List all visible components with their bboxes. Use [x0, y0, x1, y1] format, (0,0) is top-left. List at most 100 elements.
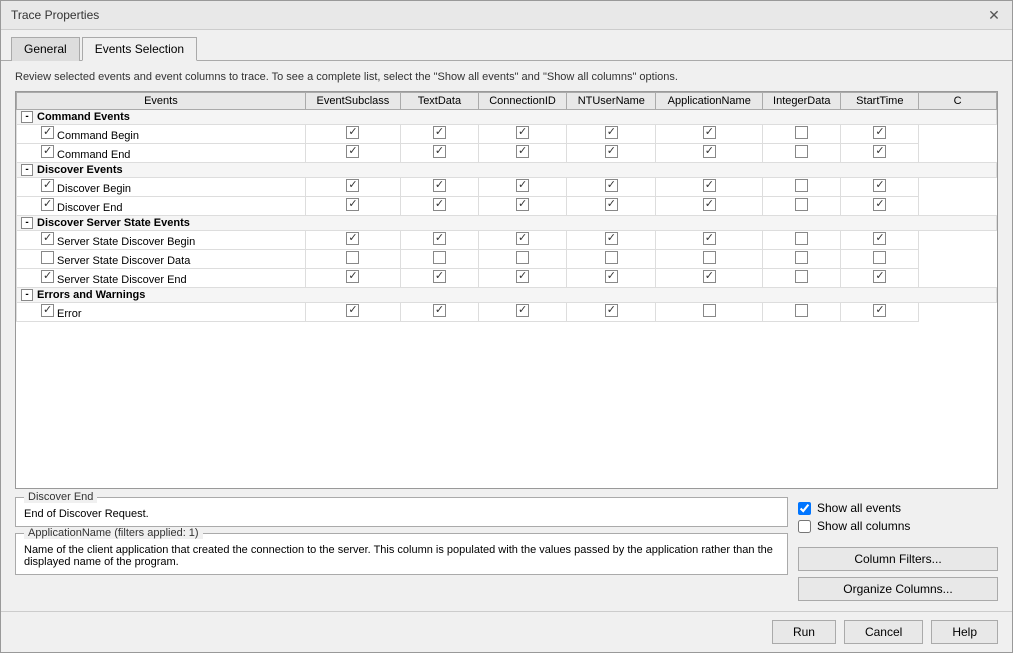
col-checkbox[interactable]	[433, 198, 446, 211]
col-checkbox[interactable]	[873, 198, 886, 211]
col-checkbox[interactable]	[516, 270, 529, 283]
col-checkbox[interactable]	[346, 270, 359, 283]
col-checkbox[interactable]	[703, 179, 716, 192]
column-checkbox-cell	[478, 178, 566, 197]
row-checkbox[interactable]	[41, 145, 54, 158]
col-checkbox[interactable]	[873, 145, 886, 158]
row-checkbox[interactable]	[41, 126, 54, 139]
column-checkbox-cell	[478, 250, 566, 269]
col-checkbox[interactable]	[795, 232, 808, 245]
col-checkbox[interactable]	[346, 145, 359, 158]
col-checkbox[interactable]	[516, 304, 529, 317]
col-checkbox[interactable]	[873, 270, 886, 283]
col-checkbox[interactable]	[795, 251, 808, 264]
col-checkbox[interactable]	[873, 126, 886, 139]
col-checkbox[interactable]	[873, 251, 886, 264]
col-checkbox[interactable]	[346, 304, 359, 317]
col-checkbox[interactable]	[703, 270, 716, 283]
row-checkbox[interactable]	[41, 232, 54, 245]
column-checkbox-cell	[567, 303, 656, 322]
column-checkbox-cell	[401, 269, 479, 288]
col-checkbox[interactable]	[703, 126, 716, 139]
col-checkbox[interactable]	[795, 126, 808, 139]
col-checkbox[interactable]	[433, 126, 446, 139]
row-checkbox[interactable]	[41, 270, 54, 283]
col-checkbox[interactable]	[346, 232, 359, 245]
col-checkbox[interactable]	[605, 145, 618, 158]
col-checkbox[interactable]	[433, 304, 446, 317]
help-button[interactable]: Help	[931, 620, 998, 644]
show-all-columns-label[interactable]: Show all columns	[817, 519, 910, 533]
close-button[interactable]: ✕	[986, 7, 1002, 23]
col-applicationname: ApplicationName	[656, 93, 763, 110]
col-checkbox[interactable]	[516, 145, 529, 158]
col-checkbox[interactable]	[605, 251, 618, 264]
col-checkbox[interactable]	[516, 179, 529, 192]
show-all-events-checkbox[interactable]	[798, 502, 811, 515]
column-checkbox-cell	[841, 125, 919, 144]
column-checkbox-cell	[763, 231, 841, 250]
table-row: Command End	[17, 144, 997, 163]
row-checkbox[interactable]	[41, 198, 54, 211]
column-checkbox-cell	[478, 303, 566, 322]
col-checkbox[interactable]	[346, 251, 359, 264]
col-checkbox[interactable]	[605, 179, 618, 192]
organize-columns-button[interactable]: Organize Columns...	[798, 577, 998, 601]
col-checkbox[interactable]	[433, 145, 446, 158]
row-checkbox[interactable]	[41, 179, 54, 192]
tab-general[interactable]: General	[11, 37, 80, 61]
column-checkbox-cell	[567, 125, 656, 144]
col-checkbox[interactable]	[605, 198, 618, 211]
show-all-events-label[interactable]: Show all events	[817, 501, 901, 515]
col-checkbox[interactable]	[433, 232, 446, 245]
col-checkbox[interactable]	[433, 179, 446, 192]
row-checkbox[interactable]	[41, 251, 54, 264]
col-checkbox[interactable]	[795, 179, 808, 192]
col-checkbox[interactable]	[516, 232, 529, 245]
column-checkbox-cell	[763, 197, 841, 216]
col-checkbox[interactable]	[703, 198, 716, 211]
col-checkbox[interactable]	[346, 179, 359, 192]
col-checkbox[interactable]	[433, 270, 446, 283]
tab-events-selection[interactable]: Events Selection	[82, 37, 197, 61]
col-checkbox[interactable]	[605, 270, 618, 283]
group-toggle[interactable]: -	[21, 111, 33, 123]
col-checkbox[interactable]	[873, 179, 886, 192]
column-checkbox-cell	[401, 197, 479, 216]
col-checkbox[interactable]	[516, 198, 529, 211]
col-checkbox[interactable]	[873, 304, 886, 317]
show-options: Show all events Show all columns	[798, 497, 998, 541]
group-toggle[interactable]: -	[21, 217, 33, 229]
show-all-columns-checkbox[interactable]	[798, 520, 811, 533]
col-checkbox[interactable]	[605, 126, 618, 139]
column-checkbox-cell	[401, 144, 479, 163]
col-checkbox[interactable]	[346, 126, 359, 139]
run-button[interactable]: Run	[772, 620, 836, 644]
col-checkbox[interactable]	[605, 232, 618, 245]
col-checkbox[interactable]	[703, 304, 716, 317]
col-checkbox[interactable]	[795, 198, 808, 211]
col-checkbox[interactable]	[795, 270, 808, 283]
col-checkbox[interactable]	[605, 304, 618, 317]
col-checkbox[interactable]	[703, 145, 716, 158]
title-bar: Trace Properties ✕	[1, 1, 1012, 30]
col-checkbox[interactable]	[873, 232, 886, 245]
col-checkbox[interactable]	[516, 251, 529, 264]
group-toggle[interactable]: -	[21, 164, 33, 176]
col-checkbox[interactable]	[433, 251, 446, 264]
cancel-button[interactable]: Cancel	[844, 620, 923, 644]
col-checkbox[interactable]	[703, 251, 716, 264]
column-filters-button[interactable]: Column Filters...	[798, 547, 998, 571]
table-scroll[interactable]: Events EventSubclass TextData Connection…	[16, 92, 997, 488]
row-checkbox[interactable]	[41, 304, 54, 317]
column-checkbox-cell	[401, 231, 479, 250]
col-checkbox[interactable]	[703, 232, 716, 245]
discover-end-box: Discover End End of Discover Request.	[15, 497, 788, 527]
col-checkbox[interactable]	[795, 145, 808, 158]
group-toggle[interactable]: -	[21, 289, 33, 301]
column-checkbox-cell	[478, 231, 566, 250]
col-checkbox[interactable]	[516, 126, 529, 139]
description-text: Review selected events and event columns…	[15, 71, 998, 83]
col-checkbox[interactable]	[795, 304, 808, 317]
col-checkbox[interactable]	[346, 198, 359, 211]
